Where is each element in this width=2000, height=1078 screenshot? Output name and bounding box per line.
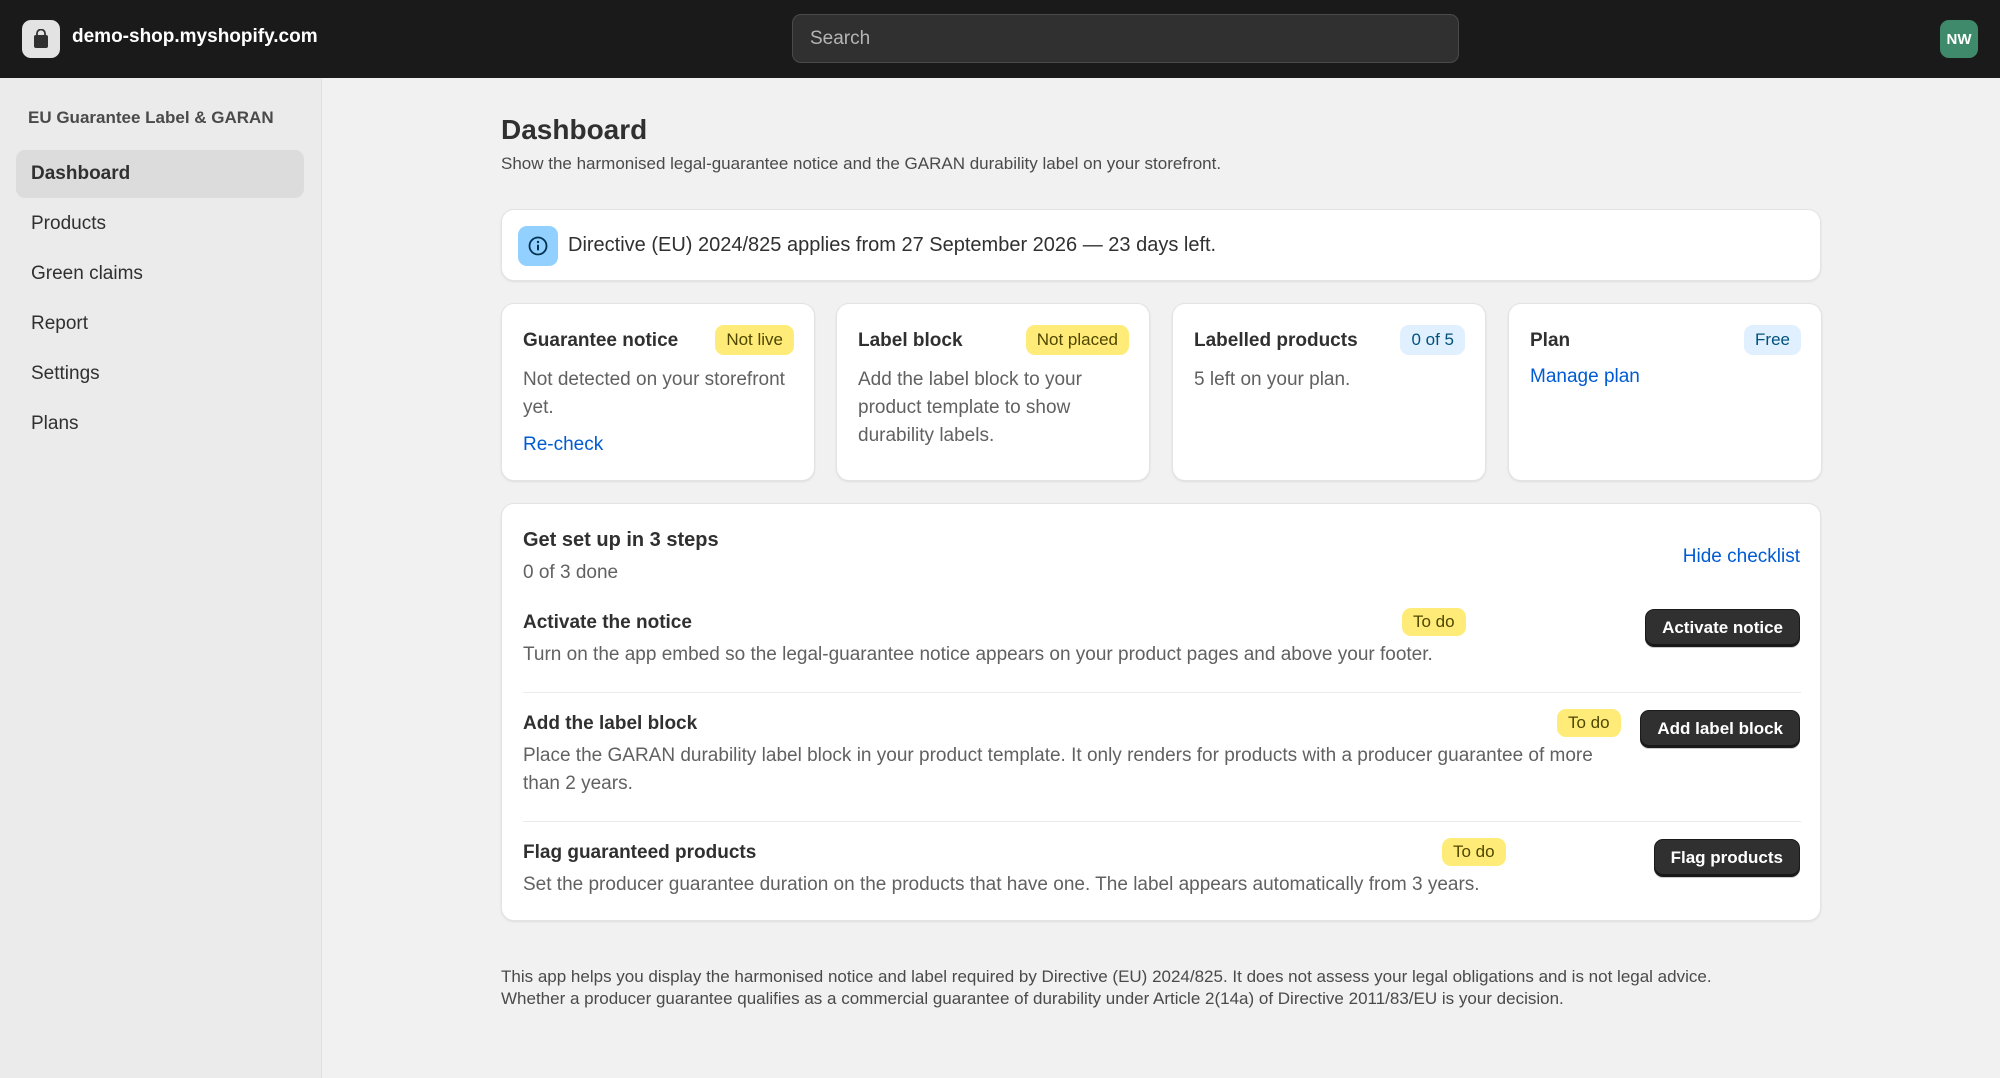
guarantee-notice-card: Guarantee notice Not live Not detected o… [501,303,815,481]
app-name[interactable]: EU Guarantee Label & GARAN [28,108,274,128]
step-title: Add the label block [523,713,698,734]
sidebar-item-settings[interactable]: Settings [16,350,304,398]
card-title: Label block [858,330,963,351]
count-badge: 0 of 5 [1400,325,1465,355]
legal-disclaimer: This app helps you display the harmonise… [501,966,1821,1010]
step-title: Flag guaranteed products [523,842,757,863]
plan-badge: Free [1744,325,1801,355]
card-text: 5 left on your plan. [1194,369,1351,390]
plan-card: Plan Free Manage plan [1508,303,1822,481]
flag-products-button[interactable]: Flag products [1653,839,1800,877]
banner-text: Directive (EU) 2024/825 applies from 27 … [568,234,1217,256]
status-badge: To do [1402,608,1466,636]
card-title: Guarantee notice [523,330,679,351]
divider [523,821,1801,822]
search-placeholder: Search [810,27,871,49]
activate-notice-button[interactable]: Activate notice [1645,609,1800,647]
disclaimer-line: This app helps you display the harmonise… [501,967,1712,986]
step-text: Place the GARAN durability label block i… [523,745,1593,794]
hide-checklist-link[interactable]: Hide checklist [1683,546,1800,568]
top-bar: demo-shop.myshopify.com Search NW [0,0,2000,78]
divider [523,692,1801,693]
status-badge: To do [1442,838,1506,866]
step-text: Set the producer guarantee duration on t… [523,874,1480,895]
info-icon [518,226,558,266]
deadline-banner: Directive (EU) 2024/825 applies from 27 … [501,209,1821,281]
avatar[interactable]: NW [1940,20,1978,58]
sidebar-item-dashboard[interactable]: Dashboard [16,150,304,198]
sidebar-item-plans[interactable]: Plans [16,400,304,448]
page-subtitle: Show the harmonised legal-guarantee noti… [501,154,1222,173]
step-text: Turn on the app embed so the legal-guara… [523,644,1433,665]
labelled-products-card: Labelled products 0 of 5 5 left on your … [1172,303,1486,481]
store-name[interactable]: demo-shop.myshopify.com [72,26,318,48]
checklist-title: Get set up in 3 steps [523,529,719,551]
status-badge: To do [1557,709,1621,737]
re-check-link[interactable]: Re-check [523,434,603,456]
card-title: Labelled products [1194,330,1358,351]
card-text: Add the label block to your product temp… [858,369,1082,446]
search-input[interactable]: Search [792,14,1459,63]
sidebar-item-products[interactable]: Products [16,200,304,248]
setup-checklist: Get set up in 3 steps 0 of 3 done Hide c… [501,503,1821,921]
disclaimer-line: Whether a producer guarantee qualifies a… [501,989,1564,1008]
manage-plan-link[interactable]: Manage plan [1530,366,1640,388]
step-title: Activate the notice [523,612,692,633]
add-label-block-button[interactable]: Add label block [1640,710,1800,748]
sidebar: EU Guarantee Label & GARAN Dashboard Pro… [0,78,322,1078]
sidebar-item-green-claims[interactable]: Green claims [16,250,304,298]
status-badge: Not live [715,325,794,355]
status-badge: Not placed [1025,325,1129,355]
page-title: Dashboard [501,114,648,145]
store-bag-icon[interactable] [22,20,60,58]
checklist-progress: 0 of 3 done [523,562,619,583]
card-title: Plan [1530,330,1571,351]
card-text: Not detected on your storefront yet. [523,369,785,418]
label-block-card: Label block Not placed Add the label blo… [836,303,1150,481]
sidebar-item-report[interactable]: Report [16,300,304,348]
